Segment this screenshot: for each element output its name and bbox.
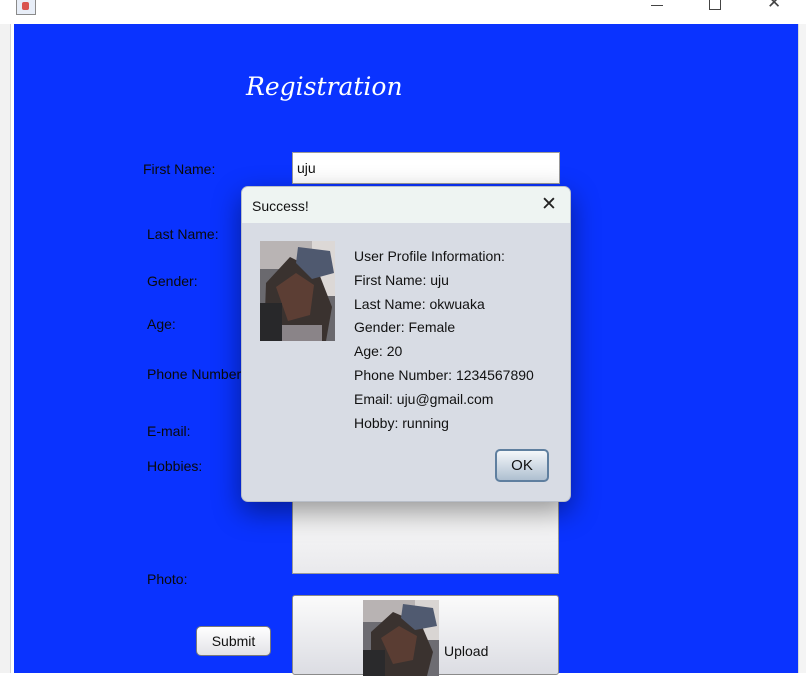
age-label: Age: <box>147 316 176 332</box>
dialog-close-icon[interactable]: ✕ <box>538 193 560 215</box>
minimize-icon <box>651 5 663 6</box>
last-name-label: Last Name: <box>147 226 219 242</box>
window-close-button[interactable]: ✕ <box>750 0 796 18</box>
info-line-header: User Profile Information: <box>354 248 505 264</box>
dialog-title: Success! <box>252 198 309 214</box>
info-line-hobby: Hobby: running <box>354 414 449 431</box>
upload-label: Upload <box>444 643 489 659</box>
form-heading: Registration <box>246 72 403 101</box>
profile-photo <box>260 241 335 341</box>
java-app-icon <box>16 0 36 15</box>
ok-button[interactable]: OK <box>495 449 549 482</box>
info-line-gender: Gender: Female <box>354 319 456 336</box>
upload-button[interactable]: Upload <box>292 595 559 676</box>
submit-button[interactable]: Submit <box>196 626 271 656</box>
left-window-edge <box>0 24 11 673</box>
first-name-label: First Name: <box>143 161 216 177</box>
window-titlebar: ✕ <box>0 0 806 24</box>
info-line-first-name: First Name: uju <box>354 271 449 288</box>
info-line-email: Email: uju@gmail.com <box>354 390 494 407</box>
maximize-icon <box>709 0 721 10</box>
gender-label: Gender: <box>147 273 198 289</box>
close-icon: ✕ <box>767 0 782 13</box>
hobbies-textarea[interactable] <box>292 499 559 574</box>
success-dialog: Success! ✕ User Profile Information: Fir… <box>241 186 571 502</box>
minimize-button[interactable] <box>634 0 680 18</box>
upload-thumbnail-image <box>363 600 439 676</box>
info-line-phone: Phone Number: 1234567890 <box>354 366 534 383</box>
dialog-header: Success! ✕ <box>242 187 570 223</box>
right-window-edge <box>798 24 806 673</box>
info-line-age: Age: 20 <box>354 343 403 360</box>
profile-info: User Profile Information: First Name: uj… <box>354 245 534 435</box>
photo-label: Photo: <box>147 571 188 587</box>
hobbies-label: Hobbies: <box>147 458 203 474</box>
maximize-button[interactable] <box>691 0 737 18</box>
email-label: E-mail: <box>147 423 191 439</box>
phone-number-label: Phone Number: <box>147 366 246 382</box>
first-name-input[interactable]: uju <box>292 152 560 184</box>
info-line-last-name: Last Name: okwuaka <box>354 295 485 312</box>
